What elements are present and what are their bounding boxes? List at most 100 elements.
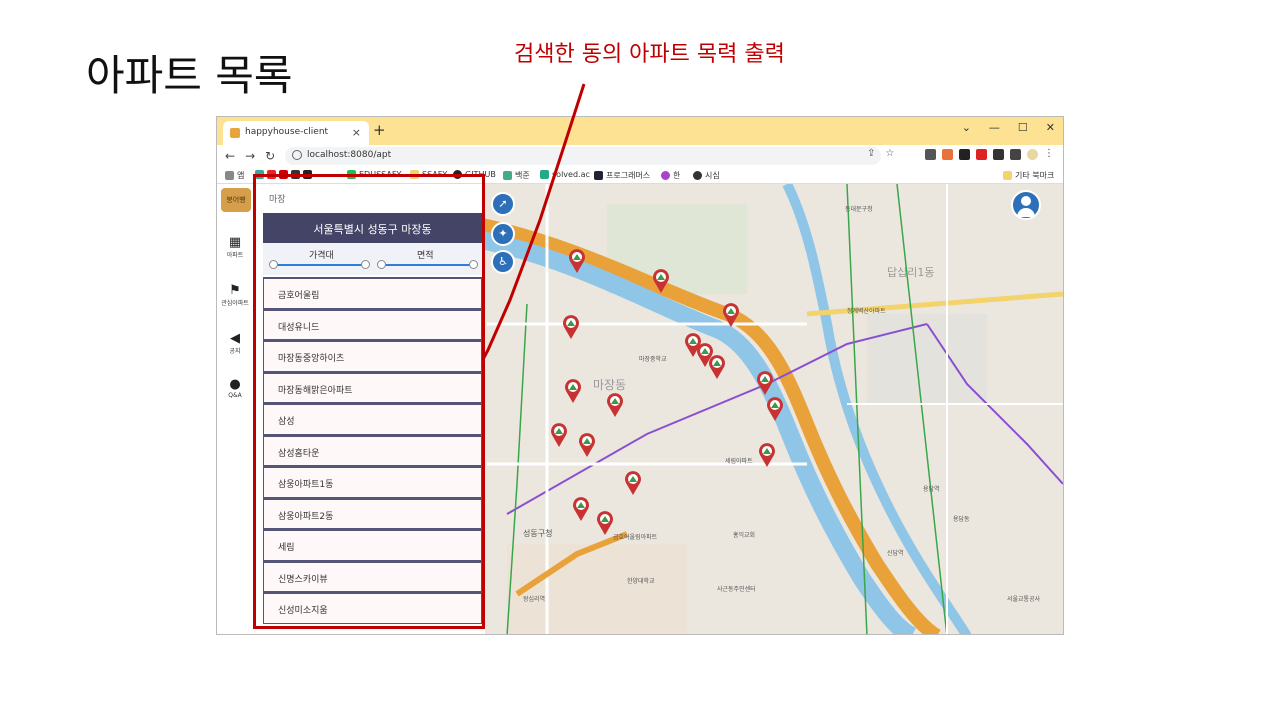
list-item[interactable]: 삼웅아파트1동 [263,466,482,498]
logo[interactable]: 붕어빵 [221,188,251,212]
apartment-marker-icon[interactable] [755,370,775,396]
list-item[interactable]: 신성미소지움 [263,592,482,624]
map-label: 한양대학교 [627,578,655,585]
list-item[interactable]: 신명스카이뷰 [263,560,482,592]
extension-icon[interactable] [976,149,987,160]
favicon-icon [230,128,240,138]
new-tab-button[interactable]: + [373,121,386,139]
apartment-marker-icon[interactable] [651,268,671,294]
apartment-marker-icon[interactable] [721,302,741,328]
list-item[interactable]: 마장동중앙하이츠 [263,340,482,372]
browser-tab[interactable]: happyhouse-client × [223,121,369,145]
bookmark-ssafy[interactable]: SSAFY [410,170,447,179]
tab-title: happyhouse-client [245,127,329,137]
bookmark-apps[interactable]: 앱 [225,170,244,181]
apartment-marker-icon[interactable] [707,354,727,380]
sidepanel-icon[interactable] [1010,149,1021,160]
area-max-handle[interactable] [469,260,478,269]
reload-icon[interactable]: ↻ [265,149,275,163]
browser-window: happyhouse-client × + ⌄ — ☐ ✕ ← → ↻ loca… [216,116,1064,635]
bookmark-edussafy[interactable]: EDUSSAFY [347,170,401,179]
apartment-marker-icon[interactable] [549,422,569,448]
school-icon[interactable]: ✦ [491,222,515,246]
bookmark-icons[interactable] [255,170,312,179]
left-sidebar: 붕어빵 ▦ 아파트 ⚑ 관심아파트 ◀ 공지 ● Q&A [217,184,251,634]
apartment-marker-icon[interactable] [757,442,777,468]
bookmark-sisim[interactable]: 시심 [693,170,720,181]
extension-icons: ⋮ [925,149,1055,160]
user-icon[interactable] [1011,190,1041,220]
list-item[interactable]: 대성유니드 [263,308,482,340]
price-slider[interactable] [273,264,365,266]
apartment-marker-icon[interactable] [561,314,581,340]
apartment-marker-icon[interactable] [595,510,615,536]
sidebar-item-notice[interactable]: ◀ 공지 [219,332,251,356]
apartment-panel: 마장 서울특별시 성동구 마장동 가격대 면적 금호어울림 대성유니드 마장동중… [251,184,485,634]
sidebar-item-apartment[interactable]: ▦ 아파트 [219,236,251,260]
chevron-down-icon[interactable]: ⌄ [962,121,971,134]
bookmark-github[interactable]: GITHUB [453,170,496,179]
region-header: 서울특별시 성동구 마장동 [263,213,482,243]
bookmark-other[interactable]: 기타 북마크 [1003,170,1054,181]
bookmark-solved[interactable]: solved.ac [540,170,590,179]
apartment-marker-icon[interactable] [563,378,583,404]
site-info-icon[interactable] [292,150,302,160]
sidebar-item-qa[interactable]: ● Q&A [219,377,251,400]
back-icon[interactable]: ← [225,149,235,163]
map-label: 사근동주민센터 [717,586,756,593]
list-item[interactable]: 마장동해맑은아파트 [263,371,482,403]
list-item[interactable]: 삼성 [263,403,482,435]
url-field[interactable]: localhost:8080/apt [285,147,881,165]
map-label: 홍익교회 [733,532,756,539]
accessibility-icon[interactable]: ♿ [491,250,515,274]
menu-icon[interactable]: ⋮ [1044,149,1055,160]
apartment-marker-icon[interactable] [623,470,643,496]
map-label: 동대문구청 [845,206,873,213]
list-item[interactable]: 금호어울림 [263,277,482,309]
area-slider[interactable] [381,264,473,266]
compass-icon[interactable]: ➚ [491,192,515,216]
list-item[interactable]: 삼성홈타운 [263,434,482,466]
sidebar-item-favorite[interactable]: ⚑ 관심아파트 [219,283,251,308]
extension-icon[interactable] [959,149,970,160]
map-label: 용답동 [953,516,970,523]
extension-icon[interactable] [942,149,953,160]
bookmarks-bar: 앱 EDUSSAFY SSAFY GITHUB 백준 solved.ac 프로그… [217,167,1063,184]
star-icon[interactable]: ☆ [885,148,894,159]
extension-icon[interactable] [925,149,936,160]
search-input[interactable]: 마장 [269,192,286,205]
apartment-marker-icon[interactable] [567,248,587,274]
apartment-marker-icon[interactable] [605,392,625,418]
bookmark-baekjoon[interactable]: 백준 [503,170,530,181]
map-label: 마장중학교 [639,356,667,363]
map-label: 금호어울림아파트 [613,534,658,541]
apartment-marker-icon[interactable] [765,396,785,422]
area-min-handle[interactable] [377,260,386,269]
apartment-marker-icon[interactable] [571,496,591,522]
address-bar-row: ← → ↻ localhost:8080/apt ⇪ ☆ ⋮ [217,145,1063,167]
filter-bar: 가격대 면적 [263,243,482,275]
window-controls: ⌄ — ☐ ✕ [962,121,1055,134]
close-window-button[interactable]: ✕ [1046,121,1055,134]
maximize-button[interactable]: ☐ [1018,121,1028,134]
profile-icon[interactable] [1027,149,1038,160]
list-item[interactable]: 삼웅아파트2동 [263,497,482,529]
puzzle-icon[interactable] [993,149,1004,160]
minimize-button[interactable]: — [989,121,1000,134]
list-item[interactable]: 세림 [263,529,482,561]
flag-icon: ⚑ [229,283,241,298]
share-icon[interactable]: ⇪ [867,148,875,159]
price-max-handle[interactable] [361,260,370,269]
forward-icon[interactable]: → [245,149,255,163]
map-label: 왕십리역 [523,596,546,603]
close-tab-icon[interactable]: × [352,126,361,139]
map-label: 답십리1동 [887,266,935,279]
map-label: 세림아파트 [725,458,753,465]
map-label: 서울교통공사 [1007,596,1041,603]
bookmark-programmers[interactable]: 프로그래머스 [594,170,650,181]
qa-icon: ● [229,377,241,392]
price-min-handle[interactable] [269,260,278,269]
bookmark-han[interactable]: 한 [661,170,680,181]
app-content: 마장동 성동구청 답십리1동 한양대학교 서울교통공사 용답동 청계벽산아파트 … [217,174,1063,634]
apartment-marker-icon[interactable] [577,432,597,458]
